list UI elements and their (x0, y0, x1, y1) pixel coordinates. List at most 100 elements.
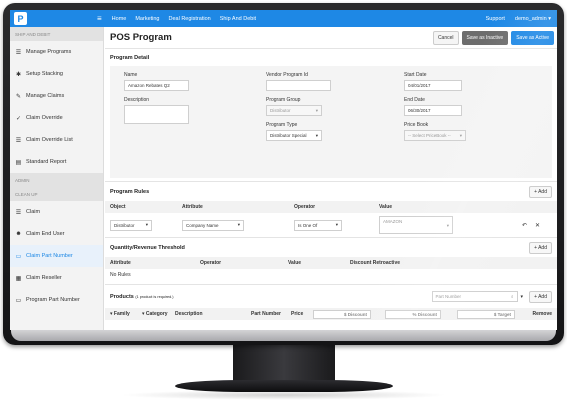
program-group-value: Distributor (270, 108, 291, 113)
threshold-col-value: Value (288, 260, 302, 266)
user-menu[interactable]: demo_admin ▾ (515, 16, 551, 22)
chevron-down-icon[interactable]: ▾ (521, 294, 524, 300)
products-col-category-label: Category (145, 311, 168, 317)
chevron-down-icon: ▾ (315, 107, 318, 113)
description-field-group: Description (124, 97, 189, 124)
sidebar-item-label: Manage Programs (26, 49, 72, 55)
threshold-bar: Quantity/Revenue Threshold + Add (105, 237, 557, 257)
vendor-program-field-group: Vendor Program Id (266, 72, 331, 91)
vendor-program-input[interactable] (266, 80, 331, 91)
save-as-inactive-button[interactable]: Save as Inactive (461, 30, 509, 45)
program-type-select[interactable]: Distributor Special ▾ (266, 130, 322, 141)
sidebar-item-program-part-number[interactable]: ▭ Program Part Number (10, 289, 103, 311)
sidebar-item-label: Claim Reseller (26, 275, 62, 281)
sidebar-item-manage-programs[interactable]: ☰ Manage Programs (10, 41, 103, 63)
threshold-table-header: Attribute Operator Value Discount Retroa… (105, 257, 557, 269)
description-textarea[interactable] (124, 105, 189, 124)
app-logo[interactable]: P (14, 12, 27, 25)
products-col-description: Description (175, 311, 203, 317)
chevron-down-icon: ▾ (446, 223, 449, 228)
program-group-select: Distributor ▾ (266, 105, 322, 116)
sidebar-item-claim[interactable]: ☰ Claim (10, 201, 103, 223)
add-threshold-button[interactable]: + Add (529, 241, 552, 254)
sidebar-item-claim-override-list[interactable]: ☰ Claim Override List (10, 129, 103, 151)
rule-object-select[interactable]: Distributor ▾ (110, 219, 152, 231)
end-date-label: End Date (404, 97, 425, 103)
start-date-label: Start Date (404, 72, 427, 78)
name-label: Name (124, 72, 138, 78)
rules-table-header: Object Attribute Operator Value (105, 201, 557, 213)
hamburger-icon[interactable]: ≡ (97, 14, 102, 23)
monitor: P ≡ Home Marketing Deal Registration Shi… (3, 3, 564, 345)
program-detail-panel: Name Amazon Rebates Q2 Description Vendo… (110, 66, 552, 178)
save-as-active-button[interactable]: Save as Active (511, 30, 554, 45)
products-table-header: ▾ Family ▾ Category Description Part Num… (105, 308, 557, 320)
threshold-empty-text: No Rules (110, 272, 131, 278)
sidebar-item-claim-override[interactable]: ✓ Claim Override (10, 107, 103, 129)
sidebar-item-claim-part-number[interactable]: ▭ Claim Part Number (10, 245, 103, 267)
start-date-field-group: Start Date 04/01/2017 (404, 72, 462, 91)
name-input[interactable]: Amazon Rebates Q2 (124, 80, 189, 91)
nav-deal-registration[interactable]: Deal Registration (169, 16, 211, 22)
sidebar-item-label: Claim End User (26, 231, 65, 237)
target-input[interactable]: $ Target (457, 309, 515, 319)
close-icon[interactable]: ✕ (535, 222, 540, 229)
discount-percent-input[interactable]: % Discount (385, 309, 441, 319)
top-navigation-bar: P ≡ Home Marketing Deal Registration Shi… (10, 10, 557, 27)
chevron-down-icon: ▾ (548, 15, 551, 22)
program-rules-bar: Program Rules + Add (105, 181, 557, 201)
products-col-price: Price (291, 311, 304, 317)
threshold-col-attribute: Attribute (110, 260, 131, 266)
products-col-family[interactable]: ▾ Family (110, 311, 142, 317)
list-icon: ☰ (15, 49, 22, 56)
add-product-button[interactable]: + Add (529, 290, 552, 303)
chevron-down-icon: ▾ (459, 132, 462, 138)
products-title: Products (110, 293, 134, 300)
list-icon: ☰ (15, 137, 22, 144)
rules-col-operator: Operator (294, 204, 316, 210)
nav-ship-and-debit[interactable]: Ship And Debit (220, 16, 256, 22)
end-date-input[interactable]: 06/30/2017 (404, 105, 462, 116)
products-col-category[interactable]: ▾ Category (142, 311, 175, 317)
rule-value-multiselect[interactable]: AMAZON ▾ (379, 216, 453, 234)
sidebar-item-claim-reseller[interactable]: ▦ Claim Reseller (10, 267, 103, 289)
rule-operator-select[interactable]: Is One Of ▾ (294, 219, 342, 231)
check-icon: ✓ (15, 115, 22, 122)
rules-col-object: Object (110, 204, 126, 210)
cancel-button[interactable]: Cancel (432, 30, 459, 45)
nav-home[interactable]: Home (112, 16, 127, 22)
name-field-group: Name Amazon Rebates Q2 (124, 72, 189, 91)
header-actions: Cancel Save as Inactive Save as Active (432, 30, 554, 45)
program-group-label: Program Group (266, 97, 301, 103)
rule-attribute-select[interactable]: Company Name ▾ (182, 219, 244, 231)
add-rule-button[interactable]: + Add (529, 185, 552, 198)
price-book-field-group: Price Book -- Select PriceBook -- ▾ (404, 122, 466, 141)
sidebar-item-label: Program Part Number (26, 297, 80, 303)
part-number-search-input[interactable]: Part Number ⌕ (431, 291, 518, 302)
sidebar-item-label: Claim (26, 209, 41, 215)
price-book-label: Price Book (404, 122, 429, 128)
sidebar-item-label: Claim Part Number (26, 253, 73, 259)
sidebar-item-setup-stacking[interactable]: ✱ Setup Stacking (10, 63, 103, 85)
pencil-icon: ✎ (15, 93, 22, 100)
search-icon[interactable]: ⌕ (511, 294, 514, 299)
threshold-col-operator: Operator (200, 260, 222, 266)
nav-marketing[interactable]: Marketing (135, 16, 159, 22)
program-rules-title: Program Rules (110, 188, 150, 195)
store-icon: ▦ (15, 275, 22, 282)
sidebar-section-admin: ADMIN (10, 173, 103, 187)
undo-icon[interactable]: ↶ (522, 222, 527, 229)
sidebar-item-claim-end-user[interactable]: ☻ Claim End User (10, 223, 103, 245)
program-group-field-group: Program Group Distributor ▾ (266, 97, 322, 116)
discount-amount-input[interactable]: $ Discount (313, 309, 371, 319)
products-title-group: Products (1 product is required.) (110, 294, 174, 300)
top-nav: Home Marketing Deal Registration Ship An… (112, 16, 256, 22)
support-link[interactable]: Support (486, 16, 505, 22)
gear-icon: ✱ (15, 71, 22, 78)
sidebar-item-standard-report[interactable]: ▤ Standard Report (10, 151, 103, 173)
price-book-select[interactable]: -- Select PriceBook -- ▾ (404, 130, 466, 141)
card-icon: ▭ (15, 297, 22, 304)
sidebar-item-manage-claims[interactable]: ✎ Manage Claims (10, 85, 103, 107)
rules-col-value: Value (379, 204, 393, 210)
start-date-input[interactable]: 04/01/2017 (404, 80, 462, 91)
